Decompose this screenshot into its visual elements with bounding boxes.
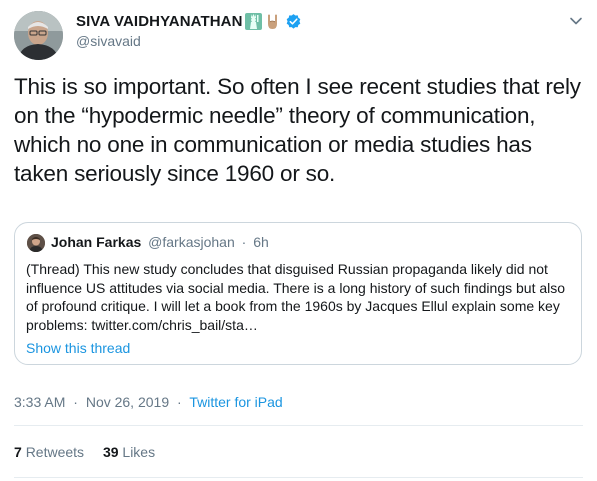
- author-photo: [14, 11, 63, 60]
- engagement-stats: 7 Retweets 39 Likes: [14, 444, 155, 460]
- quoted-tweet[interactable]: Johan Farkas @farkasjohan · 6h (Thread) …: [14, 222, 582, 365]
- retweets-count: 7: [14, 444, 22, 460]
- author-avatar[interactable]: [14, 11, 63, 60]
- chevron-down-icon[interactable]: [569, 14, 583, 28]
- quoted-tweet-header: Johan Farkas @farkasjohan · 6h: [51, 234, 269, 250]
- tweet-date[interactable]: Nov 26, 2019: [86, 394, 169, 410]
- quoted-author-handle: @farkasjohan: [148, 234, 235, 250]
- quoted-author-name: Johan Farkas: [51, 234, 142, 250]
- meta-separator-2: ·: [177, 394, 182, 410]
- show-thread-link[interactable]: Show this thread: [26, 340, 130, 356]
- retweets-stat[interactable]: 7 Retweets: [14, 444, 88, 460]
- tweet-text: This is so important. So often I see rec…: [14, 74, 581, 186]
- retweets-label: Retweets: [25, 444, 85, 460]
- quoted-tweet-text: (Thread) This new study concludes that d…: [26, 261, 566, 333]
- tweet-time[interactable]: 3:33 AM: [14, 394, 65, 410]
- tweet-card: SIVA VAIDHYANATHAN @sivavaid This is so …: [0, 0, 597, 481]
- quoted-author-photo: [27, 234, 45, 252]
- author-display-name[interactable]: SIVA VAIDHYANATHAN: [76, 13, 243, 30]
- quoted-tweet-time: 6h: [253, 234, 269, 250]
- likes-label: Likes: [122, 444, 156, 460]
- tweet-timestamp: 3:33 AM · Nov 26, 2019 · Twitter for iPa…: [14, 394, 283, 410]
- author-handle[interactable]: @sivavaid: [76, 33, 141, 49]
- statue-of-liberty-icon: [244, 13, 262, 30]
- divider-top: [14, 425, 583, 426]
- tweet-source-link[interactable]: Twitter for iPad: [189, 394, 282, 410]
- quoted-separator: ·: [241, 234, 247, 250]
- quoted-author-avatar: [27, 234, 45, 252]
- likes-count: 39: [102, 444, 119, 460]
- meta-separator: ·: [73, 394, 78, 410]
- sign-of-horns-icon: [267, 14, 277, 29]
- likes-stat[interactable]: 39 Likes: [103, 444, 155, 460]
- divider-bottom: [14, 477, 583, 478]
- verified-badge-icon: [286, 14, 300, 29]
- author-name-row: SIVA VAIDHYANATHAN: [76, 13, 302, 30]
